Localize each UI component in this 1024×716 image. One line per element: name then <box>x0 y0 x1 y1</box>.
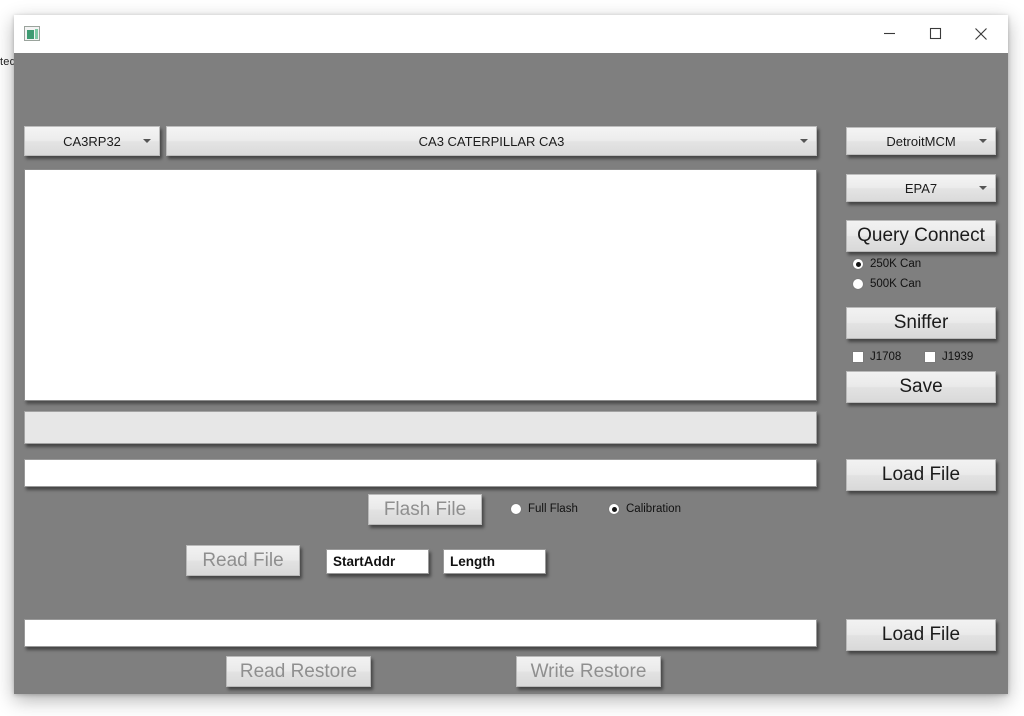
load-file-button[interactable]: Load File <box>846 459 996 491</box>
emissions-combo-value: EPA7 <box>904 180 938 196</box>
baud-radio-250k[interactable]: 250K Can <box>852 258 921 270</box>
log-listbox[interactable] <box>24 169 817 401</box>
chevron-down-icon <box>800 139 808 143</box>
maximize-button[interactable] <box>912 15 958 52</box>
restore-file-path-input[interactable] <box>24 619 817 647</box>
read-file-button[interactable]: Read File <box>186 545 300 576</box>
query-connect-label: Query Connect <box>857 225 985 246</box>
progress-bar <box>24 411 817 444</box>
checkbox-icon <box>924 351 936 363</box>
flash-mode-radio-full-label: Full Flash <box>528 503 578 515</box>
load-file-label: Load File <box>881 464 961 485</box>
brand-combo-value: DetroitMCM <box>886 133 956 149</box>
radio-mark-icon <box>852 278 864 290</box>
save-label: Save <box>899 376 943 397</box>
protocol-checkbox-j1708[interactable]: J1708 <box>852 351 901 363</box>
radio-mark-icon <box>608 503 620 515</box>
write-restore-button[interactable]: Write Restore <box>516 656 661 687</box>
read-restore-label: Read Restore <box>239 660 358 682</box>
close-button[interactable] <box>958 15 1004 52</box>
brand-combo[interactable]: DetroitMCM <box>846 127 996 155</box>
query-connect-button[interactable]: Query Connect <box>846 220 996 252</box>
baud-radio-250k-label: 250K Can <box>870 258 922 270</box>
length-value: Length <box>450 554 495 569</box>
protocol-checkbox-j1939-label: J1939 <box>942 351 974 363</box>
load-file-restore-label: Load File <box>881 624 961 645</box>
app-window: CA3RP32 CA3 CATERPILLAR CA3 DetroitMCM E… <box>14 15 1008 694</box>
chevron-down-icon <box>979 186 987 190</box>
read-file-label: Read File <box>202 549 284 571</box>
flash-mode-radio-calibration-label: Calibration <box>626 503 681 515</box>
checkbox-icon <box>852 351 864 363</box>
title-bar <box>14 15 1008 54</box>
flash-mode-radio-calibration[interactable]: Calibration <box>608 503 681 515</box>
screen: ted CA3RP32 CA3 CATERPILLAR CA3 DetroitM… <box>0 0 1024 716</box>
flash-file-label: Flash File <box>383 498 467 520</box>
baud-radio-500k[interactable]: 500K Can <box>852 278 921 290</box>
length-input[interactable]: Length <box>443 549 546 574</box>
protocol-checkbox-j1939[interactable]: J1939 <box>924 351 973 363</box>
sniffer-label: Sniffer <box>893 312 949 333</box>
protocol-checkbox-j1708-label: J1708 <box>870 351 902 363</box>
flash-mode-radio-full[interactable]: Full Flash <box>510 503 578 515</box>
minimize-button[interactable] <box>866 15 912 52</box>
ecu-combo-value: CA3RP32 <box>63 133 121 149</box>
vehicle-combo-value: CA3 CATERPILLAR CA3 <box>418 133 565 149</box>
flash-file-path-input[interactable] <box>24 459 817 487</box>
client-area: CA3RP32 CA3 CATERPILLAR CA3 DetroitMCM E… <box>14 53 1008 694</box>
radio-mark-icon <box>852 258 864 270</box>
chevron-down-icon <box>143 139 151 143</box>
vehicle-combo[interactable]: CA3 CATERPILLAR CA3 <box>166 126 817 156</box>
save-button[interactable]: Save <box>846 371 996 403</box>
ecu-combo[interactable]: CA3RP32 <box>24 126 160 156</box>
write-restore-label: Write Restore <box>530 660 647 682</box>
baud-radio-500k-label: 500K Can <box>870 278 922 290</box>
chevron-down-icon <box>979 139 987 143</box>
emissions-combo[interactable]: EPA7 <box>846 174 996 202</box>
app-icon <box>24 26 40 41</box>
start-addr-value: StartAddr <box>333 554 396 569</box>
read-restore-button[interactable]: Read Restore <box>226 656 371 687</box>
flash-file-button[interactable]: Flash File <box>368 494 482 525</box>
load-file-restore-button[interactable]: Load File <box>846 619 996 651</box>
sniffer-button[interactable]: Sniffer <box>846 307 996 339</box>
radio-mark-icon <box>510 503 522 515</box>
start-addr-input[interactable]: StartAddr <box>326 549 429 574</box>
